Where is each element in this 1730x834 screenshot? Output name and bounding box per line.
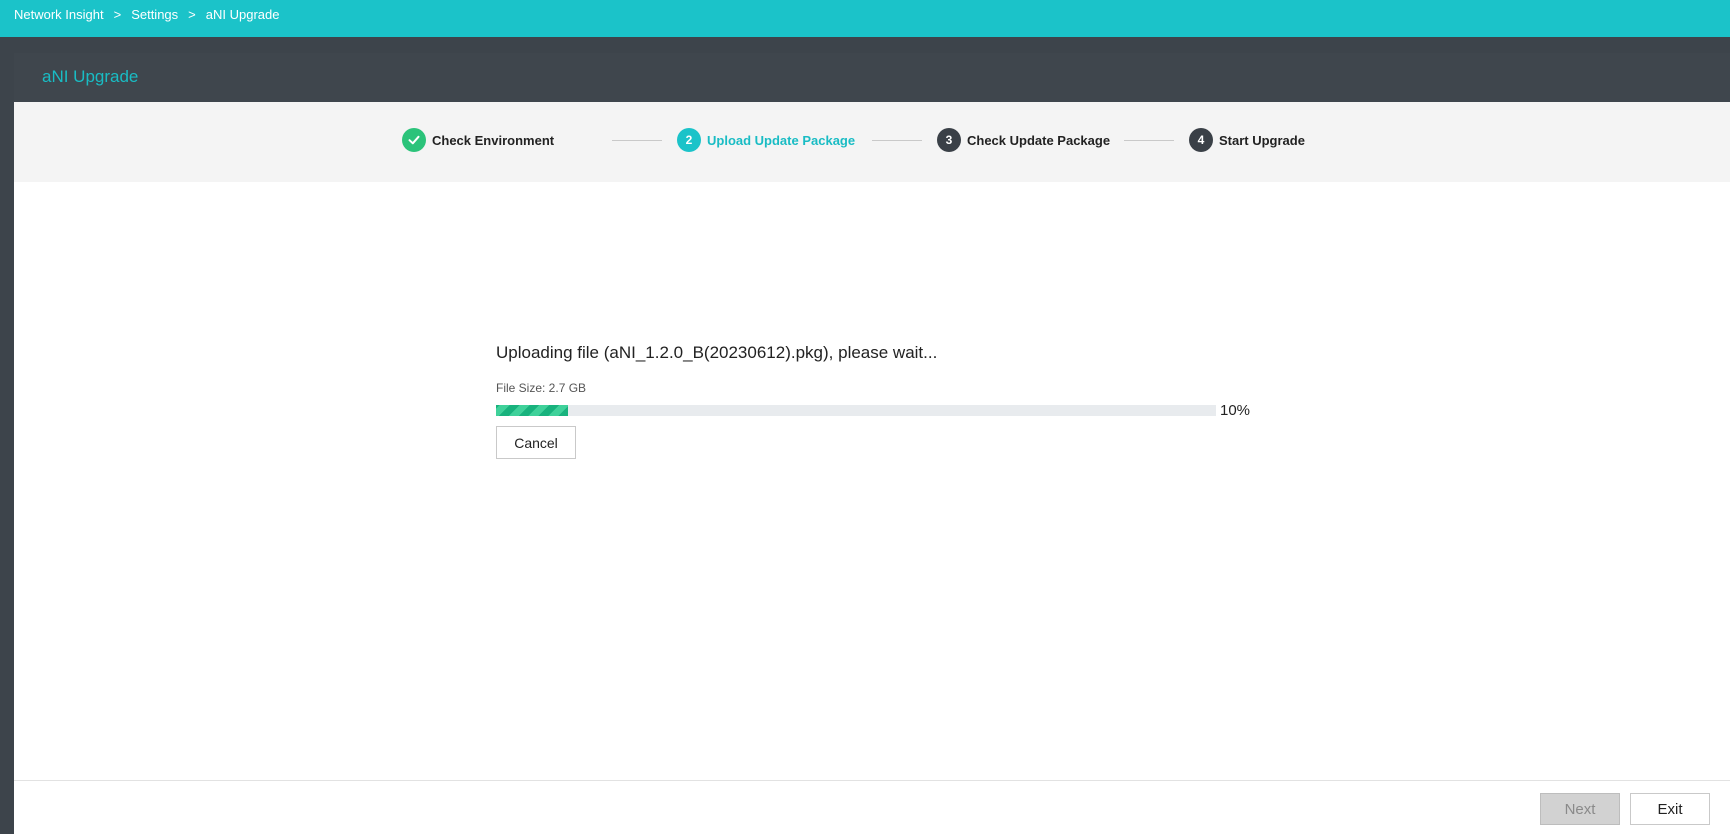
step-4-label: Start Upgrade [1219, 132, 1305, 148]
step-4-circle: 4 [1189, 128, 1213, 152]
step-1-circle [402, 128, 426, 152]
step-2-circle: 2 [677, 128, 701, 152]
breadcrumb-settings[interactable]: Settings [131, 7, 178, 22]
breadcrumb-separator: > [113, 7, 122, 22]
step-check-update-package: 3 Check Update Package [937, 128, 1110, 152]
header-gap [0, 37, 1730, 53]
step-check-environment: Check Environment [402, 128, 554, 152]
step-start-upgrade: 4 Start Upgrade [1189, 128, 1305, 152]
breadcrumb: Network Insight > Settings > aNI Upgrade [14, 7, 279, 22]
check-icon [408, 135, 420, 145]
upload-progress-bar [496, 405, 1216, 416]
step-connector [1124, 140, 1174, 141]
breadcrumb-separator: > [188, 7, 196, 22]
step-connector [872, 140, 922, 141]
cancel-button[interactable]: Cancel [496, 426, 576, 459]
upload-progress-fill [496, 405, 568, 416]
step-1-label: Check Environment [432, 132, 555, 148]
upload-message: Uploading file (aNI_1.2.0_B(20230612).pk… [496, 343, 938, 362]
upload-progress-percent: 10% [1220, 402, 1251, 419]
left-strip [0, 37, 14, 834]
breadcrumb-ani-upgrade: aNI Upgrade [205, 7, 280, 22]
exit-button[interactable]: Exit [1630, 793, 1710, 825]
file-size-label: File Size: 2.7 GB [496, 381, 587, 395]
page-title: aNI Upgrade [42, 67, 139, 86]
panel-header: aNI Upgrade [14, 53, 1730, 102]
step-3-circle: 3 [937, 128, 961, 152]
footer-divider [14, 780, 1730, 781]
top-bar: Network Insight > Settings > aNI Upgrade [0, 0, 1730, 37]
upgrade-panel: aNI Upgrade Check Environment 2 Upload U… [14, 53, 1730, 834]
breadcrumb-network-insight[interactable]: Network Insight [14, 7, 104, 22]
step-upload-update-package: 2 Upload Update Package [677, 128, 855, 152]
step-3-label: Check Update Package [967, 132, 1111, 148]
step-indicator: Check Environment 2 Upload Update Packag… [14, 102, 1730, 182]
step-2-label: Upload Update Package [707, 132, 856, 148]
next-button[interactable]: Next [1540, 793, 1620, 825]
step-connector [612, 140, 662, 141]
